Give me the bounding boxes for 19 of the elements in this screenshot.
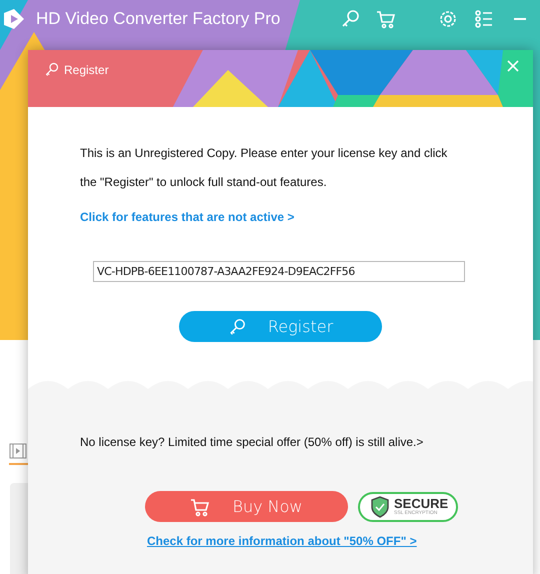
register-button[interactable]: Register [179, 311, 382, 342]
dialog-title: Register [44, 62, 109, 77]
features-link[interactable]: Click for features that are not active > [80, 203, 294, 232]
settings-icon[interactable] [438, 9, 458, 29]
logo-icon [2, 7, 26, 31]
more-info-link[interactable]: Check for more information about "50% OFF" > [147, 534, 417, 548]
cart-icon[interactable] [376, 9, 396, 29]
cart-icon [190, 496, 210, 516]
license-key-field[interactable]: VC-HDPB-6EE1100787-A3AA2FE924-D9EAC2FF56 [93, 261, 465, 282]
key-icon [44, 62, 59, 77]
film-icon [9, 443, 27, 459]
app-title: HD Video Converter Factory Pro [36, 9, 280, 29]
close-button[interactable] [505, 58, 521, 74]
message-text: This is an Unregistered Copy. Please enter your license key and click the "Register" to unlock full stand-out features. [80, 145, 448, 191]
buy-now-button[interactable]: Buy Now [145, 491, 348, 522]
offer-text: No license key? Limited time special offer (50% off) is still alive.> [80, 434, 424, 450]
list-icon[interactable] [474, 9, 494, 29]
key-icon[interactable] [340, 9, 360, 29]
key-icon [228, 318, 246, 336]
